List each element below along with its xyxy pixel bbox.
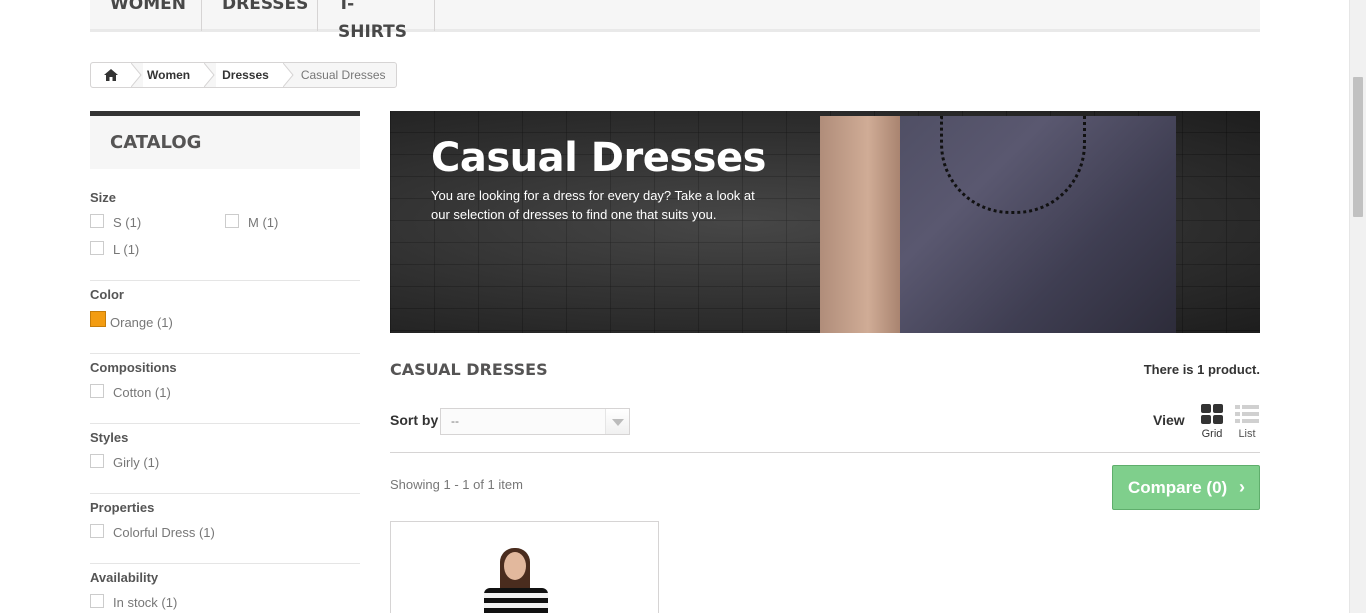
- breadcrumb-item-women[interactable]: Women: [143, 63, 205, 87]
- home-icon: [104, 69, 118, 81]
- menu-item-tshirts[interactable]: T-shirts: [318, 0, 435, 42]
- filter-compositions-title: Compositions: [90, 360, 177, 375]
- view-grid-label: Grid: [1201, 428, 1223, 440]
- breadcrumb-current: Casual Dresses: [300, 68, 386, 82]
- filter-colorful-dress-label[interactable]: Colorful Dress (1): [113, 525, 215, 540]
- filter-girly-label[interactable]: Girly (1): [113, 455, 159, 470]
- filter-in-stock-label[interactable]: In stock (1): [113, 595, 177, 610]
- product-image[interactable]: [476, 548, 556, 613]
- view-list-label: List: [1238, 428, 1256, 440]
- sort-label: Sort by: [390, 412, 439, 428]
- filter-size-m-checkbox[interactable]: [225, 214, 239, 228]
- breadcrumb-separator: [282, 63, 295, 87]
- compare-button[interactable]: Compare (0) ›: [1112, 465, 1260, 510]
- banner-title: Casual Dresses: [431, 135, 766, 181]
- list-icon: [1235, 405, 1259, 423]
- divider: [390, 452, 1260, 453]
- filter-divider: [90, 423, 360, 424]
- view-grid-button[interactable]: Grid: [1200, 404, 1224, 444]
- filter-divider: [90, 563, 360, 564]
- showing-text: Showing 1 - 1 of 1 item: [390, 477, 523, 492]
- filter-color-orange-label[interactable]: Orange (1): [110, 315, 173, 330]
- filter-size-l-checkbox[interactable]: [90, 241, 104, 255]
- filter-styles-title: Styles: [90, 430, 129, 445]
- grid-icon: [1201, 404, 1223, 424]
- filter-divider: [90, 280, 360, 281]
- catalog-title: CATALOG: [110, 132, 202, 153]
- filter-size-s-checkbox[interactable]: [90, 214, 104, 228]
- catalog-block-title: CATALOG: [90, 111, 360, 169]
- compare-label: Compare (0): [1128, 478, 1228, 497]
- category-name: CASUAL DRESSES: [390, 360, 548, 379]
- breadcrumb-separator: [204, 63, 216, 87]
- chevron-down-icon[interactable]: [605, 409, 629, 434]
- filter-girly-checkbox[interactable]: [90, 454, 104, 468]
- filter-color-orange-swatch[interactable]: [90, 311, 106, 327]
- filter-in-stock-checkbox[interactable]: [90, 594, 104, 608]
- breadcrumb: Women Dresses Casual Dresses: [90, 62, 397, 88]
- banner-description: You are looking for a dress for every da…: [431, 188, 755, 222]
- category-banner: Casual Dresses You are looking for a dre…: [390, 111, 1260, 333]
- top-menu: Women Dresses T-shirts: [90, 0, 1260, 42]
- filter-size-title: Size: [90, 190, 117, 205]
- page-scrollbar[interactable]: [1349, 0, 1366, 613]
- filter-availability-title: Availability: [90, 570, 159, 585]
- product-card[interactable]: [390, 521, 659, 613]
- product-count: There is 1 product.: [1143, 362, 1260, 377]
- breadcrumb-separator: [131, 63, 143, 87]
- sort-selected-value: --: [451, 414, 459, 428]
- filter-colorful-dress-checkbox[interactable]: [90, 524, 104, 538]
- view-list-button[interactable]: List: [1234, 404, 1260, 444]
- filter-cotton-checkbox[interactable]: [90, 384, 104, 398]
- filter-size-l-label[interactable]: L (1): [113, 242, 139, 257]
- view-label: View: [1153, 412, 1185, 428]
- filter-size-m-label[interactable]: M (1): [248, 215, 278, 230]
- filter-size-s-label[interactable]: S (1): [113, 215, 141, 230]
- banner-model-image: [820, 116, 1176, 333]
- scrollbar-thumb[interactable]: [1353, 77, 1363, 217]
- menu-item-women[interactable]: Women: [90, 0, 202, 31]
- chevron-right-icon: ›: [1239, 477, 1245, 497]
- sort-select[interactable]: --: [440, 408, 630, 435]
- filter-properties-title: Properties: [90, 500, 155, 515]
- breadcrumb-home[interactable]: [91, 63, 131, 87]
- filter-divider: [90, 353, 360, 354]
- filter-color-title: Color: [90, 287, 124, 302]
- filter-divider: [90, 493, 360, 494]
- filter-cotton-label[interactable]: Cotton (1): [113, 385, 171, 400]
- breadcrumb-item-dresses[interactable]: Dresses: [216, 63, 283, 87]
- menu-item-dresses[interactable]: Dresses: [202, 0, 318, 31]
